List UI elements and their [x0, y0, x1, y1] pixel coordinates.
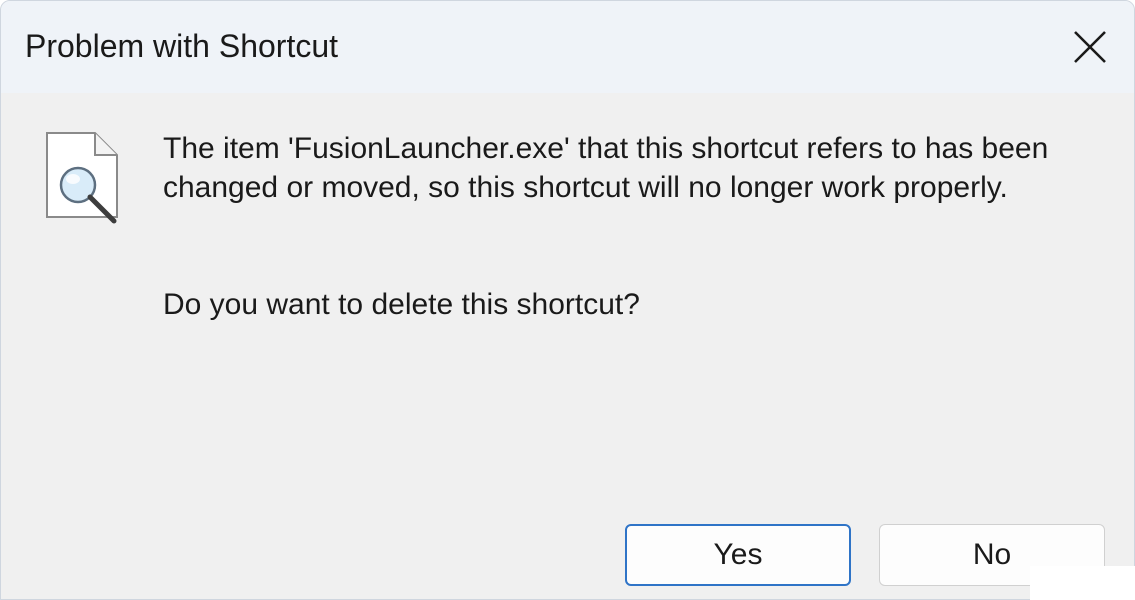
problem-shortcut-dialog: Problem with Shortcut The item 'FusionLa… [0, 0, 1135, 600]
screen-overlay-block [1030, 566, 1135, 600]
file-search-icon [46, 132, 118, 224]
title-bar: Problem with Shortcut [1, 1, 1134, 93]
yes-button[interactable]: Yes [625, 524, 851, 586]
dialog-question: Do you want to delete this shortcut? [163, 288, 640, 321]
dialog-message: The item 'FusionLauncher.exe' that this … [163, 132, 1049, 204]
close-icon [1074, 31, 1106, 63]
close-button[interactable] [1060, 15, 1120, 79]
dialog-title: Problem with Shortcut [25, 28, 339, 64]
